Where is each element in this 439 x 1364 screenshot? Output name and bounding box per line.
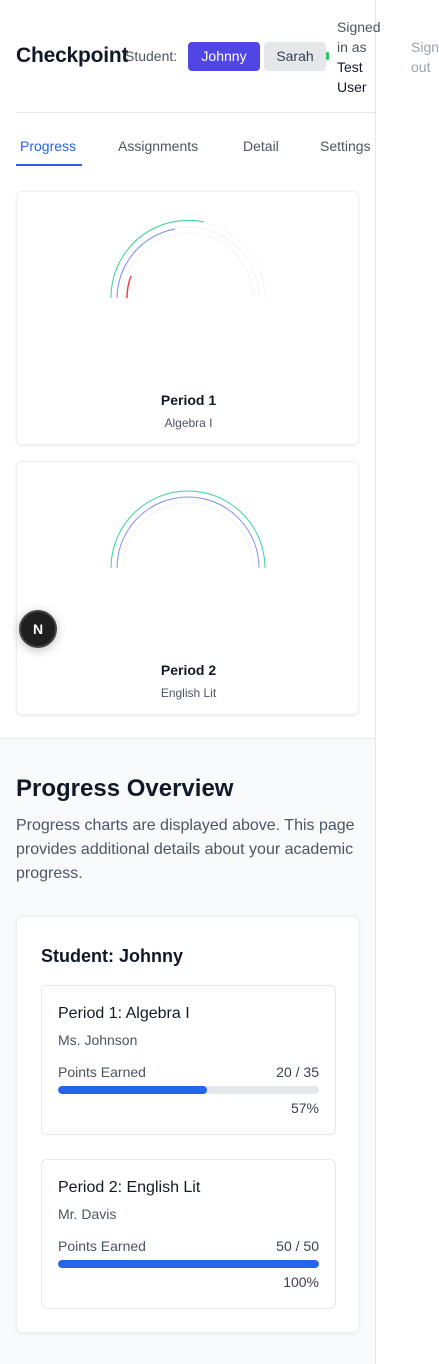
course-card[interactable]: Period 1: Algebra I Ms. Johnson Points E… [41,985,336,1135]
course-name: Period 2: English Lit [58,1179,201,1196]
main-tabs: Progress Assignments Detail Settings [16,128,375,168]
progress-bar-fill [58,1086,207,1094]
course-teacher: Ms. Johnson [58,1032,138,1048]
overview-title: Progress Overview [16,775,234,802]
app-header: Checkpoint Student: Johnny Sarah [16,0,375,113]
active-tab-indicator [16,164,82,166]
points-label: Points Earned [58,1064,146,1080]
student-button-johnny[interactable]: Johnny [188,42,260,71]
right-panel [375,0,439,1364]
tab-detail[interactable]: Detail [243,138,279,154]
tab-progress[interactable]: Progress [20,138,76,154]
sign-out-text-1: Sign [411,39,439,55]
progress-bar [58,1086,319,1094]
period-subject: Algebra I [164,416,213,430]
student-button-sarah[interactable]: Sarah [264,42,326,71]
points-value: 50 / 50 [276,1238,319,1254]
tab-settings[interactable]: Settings [320,138,371,154]
progress-overview-section: Progress Overview Progress charts are di… [0,738,375,1364]
course-card[interactable]: Period 2: English Lit Mr. Davis Points E… [41,1159,336,1309]
period-card[interactable]: Period 2 English Lit [16,461,359,715]
progress-gauge-chart [110,219,266,299]
course-name: Period 1: Algebra I [58,1005,190,1022]
student-summary-card: Student: Johnny Period 1: Algebra I Ms. … [16,916,359,1333]
signed-in-text-1: Signed [337,19,381,35]
gauge-arc-red [126,275,132,299]
period-title: Period 2 [160,662,217,678]
course-teacher: Mr. Davis [58,1206,117,1222]
sign-out-text-2: out [411,59,431,75]
app-logo[interactable]: Checkpoint [16,44,129,68]
progress-bar-fill [58,1260,319,1268]
overview-description: Progress charts are displayed above. Thi… [16,817,355,882]
progress-percent: 57% [290,1100,319,1116]
gauge-arc-green [110,219,205,299]
app-page: Checkpoint Student: Johnny Sarah Progres… [0,0,375,1364]
signed-in-indicator: Signed in as Test User [337,17,385,97]
student-selector-label: Student: [125,48,178,64]
user-last-name: User [337,79,367,95]
student-heading: Student: Johnny [41,946,183,966]
period-subject: English Lit [160,686,217,700]
gauge-arc-blue [116,496,260,569]
period-title: Period 1 [160,392,217,408]
progress-bar [58,1260,319,1268]
online-status-icon [326,52,329,60]
progress-percent: 100% [283,1274,319,1290]
period-card[interactable]: Period 1 Algebra I [16,191,359,445]
sign-out-link[interactable]: Sign out [411,37,439,77]
user-first-name: Test [337,59,363,75]
progress-gauge-chart [110,490,266,569]
tab-assignments[interactable]: Assignments [118,138,198,154]
points-label: Points Earned [58,1238,146,1254]
nextjs-dev-badge[interactable]: N [19,610,57,648]
signed-in-text-2: in as [337,39,367,55]
points-value: 20 / 35 [276,1064,319,1080]
